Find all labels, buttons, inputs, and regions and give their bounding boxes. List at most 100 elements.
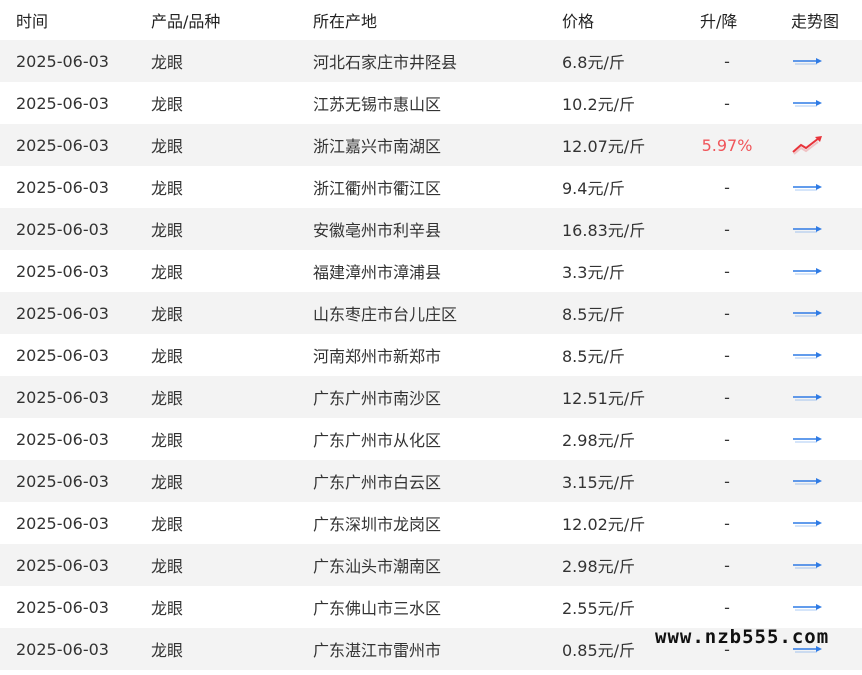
row-price: 9.4元/斤 [562, 179, 625, 198]
row-location: 山东枣庄市台儿庄区 [313, 305, 458, 324]
flat-arrow-icon[interactable] [791, 93, 825, 113]
row-change: - [724, 303, 730, 323]
table-row: 2025-06-03 龙眼 广东佛山市三水区 2.55元/斤 - [0, 586, 862, 628]
flat-arrow-icon[interactable] [791, 555, 825, 575]
header-price: 价格 [562, 12, 595, 31]
row-date: 2025-06-03 [16, 219, 109, 239]
row-location: 福建漳州市漳浦县 [313, 263, 442, 282]
row-price: 3.15元/斤 [562, 473, 636, 492]
table-row: 2025-06-03 龙眼 河北石家庄市井陉县 6.8元/斤 - [0, 40, 862, 82]
flat-arrow-icon[interactable] [791, 219, 825, 239]
row-product: 龙眼 [151, 221, 184, 240]
row-location: 广东汕头市潮南区 [313, 557, 442, 576]
row-location: 河南郑州市新郑市 [313, 347, 442, 366]
row-trend [791, 40, 825, 82]
row-change: - [724, 93, 730, 113]
row-trend [791, 376, 825, 418]
row-product: 龙眼 [151, 473, 184, 492]
flat-arrow-icon[interactable] [791, 429, 825, 449]
flat-arrow-icon[interactable] [791, 345, 825, 365]
header-change: 升/降 [700, 12, 738, 31]
row-trend [791, 208, 825, 250]
row-trend [791, 334, 825, 376]
flat-arrow-icon[interactable] [791, 513, 825, 533]
row-change: - [724, 387, 730, 407]
row-change: - [724, 555, 730, 575]
row-trend [791, 544, 825, 586]
row-date: 2025-06-03 [16, 135, 109, 155]
table-row: 2025-06-03 龙眼 安徽亳州市利辛县 16.83元/斤 - [0, 208, 862, 250]
row-price: 8.5元/斤 [562, 305, 625, 324]
table-row: 2025-06-03 龙眼 河南郑州市新郑市 8.5元/斤 - [0, 334, 862, 376]
row-price: 8.5元/斤 [562, 347, 625, 366]
row-price: 2.98元/斤 [562, 431, 636, 450]
row-location: 广东广州市南沙区 [313, 389, 442, 408]
row-price: 2.55元/斤 [562, 599, 636, 618]
up-arrow-icon[interactable] [791, 135, 825, 155]
row-product: 龙眼 [151, 53, 184, 72]
row-product: 龙眼 [151, 557, 184, 576]
row-product: 龙眼 [151, 599, 184, 618]
row-change: - [724, 261, 730, 281]
flat-arrow-icon[interactable] [791, 177, 825, 197]
header-location: 所在产地 [313, 12, 378, 31]
row-trend [791, 292, 825, 334]
flat-arrow-icon[interactable] [791, 261, 825, 281]
flat-arrow-icon[interactable] [791, 51, 825, 71]
row-change: - [724, 513, 730, 533]
row-price: 6.8元/斤 [562, 53, 625, 72]
table-row: 2025-06-03 龙眼 广东广州市白云区 3.15元/斤 - [0, 460, 862, 502]
row-location: 广东广州市从化区 [313, 431, 442, 450]
row-trend [791, 166, 825, 208]
row-product: 龙眼 [151, 389, 184, 408]
flat-arrow-icon[interactable] [791, 597, 825, 617]
row-product: 龙眼 [151, 137, 184, 156]
row-change: - [724, 345, 730, 365]
row-trend [791, 82, 825, 124]
row-date: 2025-06-03 [16, 639, 109, 659]
table-row: 2025-06-03 龙眼 浙江嘉兴市南湖区 12.07元/斤 5.97% [0, 124, 862, 166]
row-location: 浙江嘉兴市南湖区 [313, 137, 442, 156]
row-product: 龙眼 [151, 515, 184, 534]
row-product: 龙眼 [151, 263, 184, 282]
row-change: - [724, 597, 730, 617]
row-product: 龙眼 [151, 347, 184, 366]
row-product: 龙眼 [151, 95, 184, 114]
table-row: 2025-06-03 龙眼 浙江衢州市衢江区 9.4元/斤 - [0, 166, 862, 208]
row-location: 浙江衢州市衢江区 [313, 179, 442, 198]
row-price: 10.2元/斤 [562, 95, 636, 114]
row-date: 2025-06-03 [16, 429, 109, 449]
row-date: 2025-06-03 [16, 345, 109, 365]
row-date: 2025-06-03 [16, 471, 109, 491]
row-change: - [724, 51, 730, 71]
row-trend [791, 250, 825, 292]
row-trend [791, 124, 825, 166]
row-date: 2025-06-03 [16, 177, 109, 197]
row-date: 2025-06-03 [16, 597, 109, 617]
table-row: 2025-06-03 龙眼 山东枣庄市台儿庄区 8.5元/斤 - [0, 292, 862, 334]
row-date: 2025-06-03 [16, 555, 109, 575]
table-row: 2025-06-03 龙眼 江苏无锡市惠山区 10.2元/斤 - [0, 82, 862, 124]
row-trend [791, 502, 825, 544]
row-price: 0.85元/斤 [562, 641, 636, 660]
table-row: 2025-06-03 龙眼 广东广州市从化区 2.98元/斤 - [0, 418, 862, 460]
row-price: 2.98元/斤 [562, 557, 636, 576]
row-price: 12.07元/斤 [562, 137, 646, 156]
table-row: 2025-06-03 龙眼 广东深圳市龙岗区 12.02元/斤 - [0, 502, 862, 544]
row-change: 5.97% [701, 135, 753, 155]
row-trend [791, 628, 825, 670]
row-change: - [724, 429, 730, 449]
row-trend [791, 460, 825, 502]
table-row: 2025-06-03 龙眼 广东广州市南沙区 12.51元/斤 - [0, 376, 862, 418]
flat-arrow-icon[interactable] [791, 387, 825, 407]
flat-arrow-icon[interactable] [791, 303, 825, 323]
flat-arrow-icon[interactable] [791, 471, 825, 491]
row-date: 2025-06-03 [16, 51, 109, 71]
row-location: 广东湛江市雷州市 [313, 641, 442, 660]
row-location: 广东佛山市三水区 [313, 599, 442, 618]
row-trend [791, 418, 825, 460]
row-date: 2025-06-03 [16, 261, 109, 281]
row-location: 广东深圳市龙岗区 [313, 515, 442, 534]
table-row: 2025-06-03 龙眼 福建漳州市漳浦县 3.3元/斤 - [0, 250, 862, 292]
flat-arrow-icon[interactable] [791, 639, 825, 659]
